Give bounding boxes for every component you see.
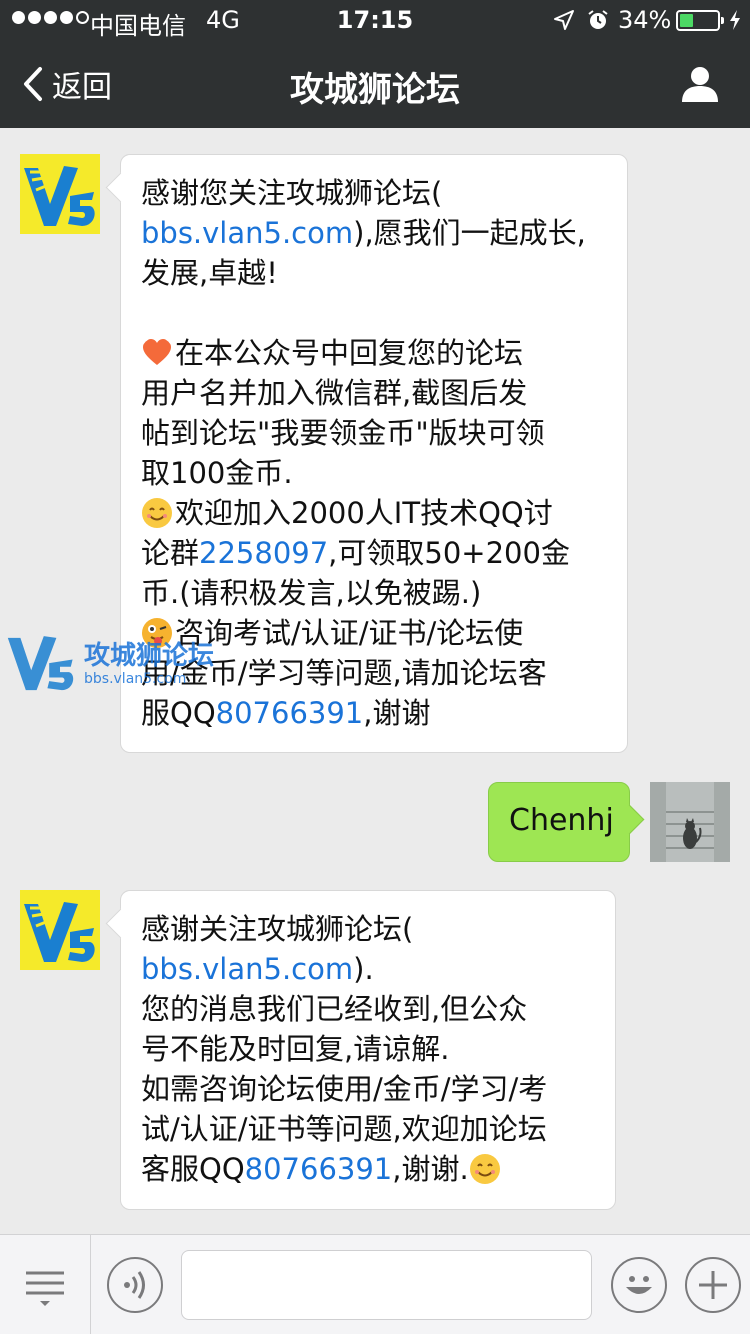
alarm-clock-icon bbox=[588, 10, 608, 29]
message-bubble-3[interactable]: 感谢关注攻城狮论坛( bbs.vlan5.com). 您的消息我们已经收到,但公… bbox=[120, 890, 616, 1210]
message-text: 试/认证/证书等问题,欢迎加论坛 bbox=[141, 1112, 547, 1146]
emoji-icon bbox=[626, 1276, 652, 1294]
menu-list-icon[interactable] bbox=[20, 1261, 70, 1311]
person-icon[interactable] bbox=[680, 64, 720, 104]
battery-percent: 34% bbox=[618, 6, 672, 34]
plus-button[interactable] bbox=[685, 1257, 741, 1313]
message-text: 用户名并加入微信群,截图后发 bbox=[141, 376, 528, 410]
watermark: 攻城狮论坛 bbs.vlan5.com bbox=[6, 634, 214, 694]
voice-icon bbox=[124, 1271, 145, 1299]
status-bar: 中国电信 4G 17:15 34% bbox=[0, 0, 750, 40]
message-text: 感谢您关注攻城狮论坛( bbox=[141, 176, 443, 210]
my-avatar[interactable] bbox=[650, 782, 730, 862]
watermark-url: bbs.vlan5.com bbox=[84, 671, 187, 687]
watermark-title: 攻城狮论坛 bbox=[84, 641, 215, 671]
message-text: Chenhj bbox=[509, 803, 614, 838]
forum-link[interactable]: bbs.vlan5.com bbox=[141, 952, 353, 986]
page-title: 攻城狮论坛 bbox=[290, 70, 460, 110]
message-text: 咨询考试/认证/证书/论坛使 bbox=[175, 616, 524, 650]
message-input[interactable] bbox=[181, 1250, 592, 1320]
message-text: 帖到论坛"我要领金币"版块可领 bbox=[141, 416, 545, 450]
message-text: ,谢谢 bbox=[363, 696, 431, 730]
v5-logo-icon bbox=[20, 890, 100, 970]
input-bar bbox=[0, 1234, 750, 1334]
heart-emoji-icon bbox=[143, 339, 171, 365]
message-text: 服QQ bbox=[141, 696, 216, 730]
message-text: 取100金币. bbox=[141, 456, 293, 490]
message-text: 感谢关注攻城狮论坛( bbox=[141, 912, 414, 946]
divider bbox=[90, 1235, 91, 1334]
charging-bolt-icon bbox=[730, 10, 740, 30]
message-text: 号不能及时回复,请谅解. bbox=[141, 1032, 450, 1066]
forum-link[interactable]: bbs.vlan5.com bbox=[141, 216, 353, 250]
qq-group-link[interactable]: 2258097 bbox=[199, 536, 328, 570]
smile-emoji-icon bbox=[142, 498, 172, 528]
emoji-button[interactable] bbox=[611, 1257, 667, 1313]
message-text: ). bbox=[353, 952, 374, 986]
plus-icon bbox=[699, 1271, 727, 1299]
message-text: 客服QQ bbox=[141, 1152, 245, 1186]
message-text: ),愿我们一起成长, bbox=[353, 216, 586, 250]
message-text: 您的消息我们已经收到,但公众 bbox=[141, 992, 528, 1026]
message-text: ,可领取50+200金 bbox=[328, 536, 570, 570]
message-text: 发展,卓越! bbox=[141, 256, 278, 290]
message-text: 如需咨询论坛使用/金币/学习/考 bbox=[141, 1072, 548, 1106]
location-arrow-icon bbox=[554, 10, 574, 30]
chat-area[interactable]: 感谢您关注攻城狮论坛( bbs.vlan5.com),愿我们一起成长, 发展,卓… bbox=[0, 128, 750, 1234]
official-account-avatar[interactable] bbox=[20, 890, 100, 970]
smile-emoji-icon bbox=[469, 1154, 500, 1184]
voice-button[interactable] bbox=[107, 1257, 163, 1313]
cat-photo-icon bbox=[650, 782, 730, 862]
v5-watermark-logo-icon bbox=[7, 636, 74, 691]
message-text: 在本公众号中回复您的论坛 bbox=[175, 336, 524, 370]
message-bubble-2[interactable]: Chenhj bbox=[488, 782, 630, 862]
message-text: 欢迎加入2000人IT技术QQ讨 bbox=[175, 496, 553, 530]
qq-service-link[interactable]: 80766391 bbox=[245, 1152, 393, 1186]
message-text: ,谢谢. bbox=[392, 1152, 469, 1186]
qq-service-link[interactable]: 80766391 bbox=[216, 696, 364, 730]
battery-icon bbox=[676, 10, 724, 31]
message-text: 币.(请积极发言,以免被踢.) bbox=[141, 576, 482, 610]
v5-logo-icon bbox=[20, 154, 100, 234]
official-account-avatar[interactable] bbox=[20, 154, 100, 234]
nav-bar: 返回 攻城狮论坛 bbox=[0, 40, 750, 128]
message-text: 论群 bbox=[141, 536, 200, 570]
